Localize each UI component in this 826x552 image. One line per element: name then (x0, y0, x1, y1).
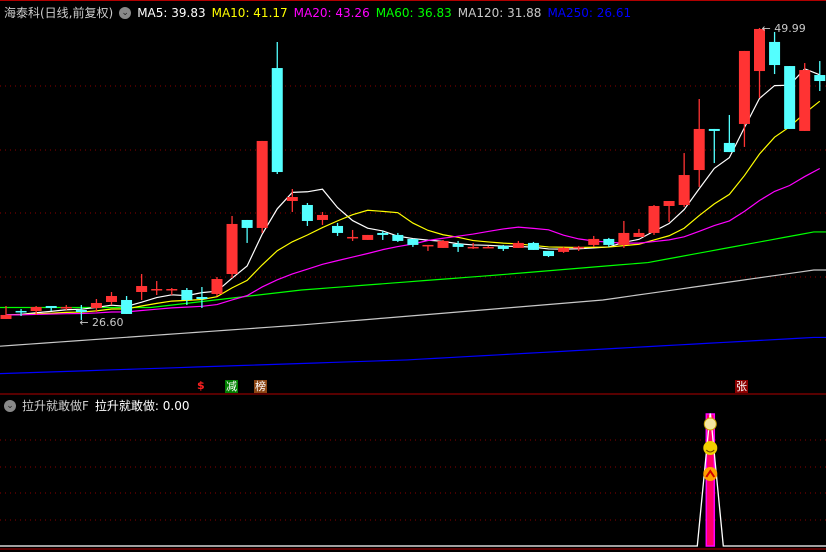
candle-body (693, 128, 705, 171)
main-header: 海泰科(日线,前复权) ⌄ MA5: 39.83 MA10: 41.17 MA2… (4, 4, 631, 21)
candle-body (75, 309, 87, 312)
candle-body (754, 28, 765, 72)
candle-body (347, 236, 359, 239)
ma120-label: MA120: 31.88 (457, 5, 542, 20)
candle-body (648, 205, 660, 233)
indicator-value: 拉升就敢做: 0.00 (94, 399, 190, 413)
up-arrow-circle-icon (703, 467, 718, 481)
candle-body (332, 225, 344, 233)
ma20-label: MA20: 43.26 (293, 5, 370, 20)
candle-body (60, 306, 72, 309)
candle-body (392, 234, 404, 241)
ma10-label: MA10: 41.17 (211, 5, 288, 20)
candles (0, 27, 826, 320)
chevron-down-icon[interactable]: ⌄ (4, 399, 16, 412)
candle-body (211, 279, 223, 294)
candle-body (618, 232, 630, 245)
candle-body (226, 223, 238, 275)
candle-body (512, 242, 524, 248)
candle-body (452, 243, 464, 247)
candle-body (497, 245, 509, 249)
candle-body (738, 50, 750, 124)
candle-body (362, 234, 374, 240)
candle-body (151, 289, 163, 291)
ma5-line (5, 68, 821, 316)
candle-body (196, 296, 208, 299)
candle-body (15, 310, 27, 313)
ma5-label: MA5: 39.83 (137, 5, 206, 20)
candle-body (30, 306, 42, 311)
candle-body (45, 305, 57, 308)
candle-body (316, 214, 328, 220)
candle-body (588, 238, 600, 245)
chevron-down-icon[interactable]: ⌄ (119, 6, 132, 19)
candle-body (784, 66, 796, 129)
candle-body (543, 250, 555, 257)
candle-body (527, 242, 539, 250)
indicator-line (0, 413, 826, 547)
jian-marker: 减 (225, 380, 238, 393)
candle-body (256, 140, 268, 228)
high-price-label: ← 49.99 (762, 22, 806, 35)
ma60-label: MA60: 36.83 (375, 5, 452, 20)
candle-body (633, 232, 645, 237)
smiley-icon (703, 441, 718, 455)
money-bag-icon (703, 417, 717, 431)
candle-body (0, 314, 12, 319)
candle-body (286, 196, 298, 201)
candle-body (814, 75, 826, 82)
stock-chart[interactable]: ← 49.99 ← 26.60 (0, 0, 826, 552)
dollar-marker: $ (197, 379, 205, 392)
candle-body (723, 142, 735, 153)
candle-body (121, 299, 133, 314)
candle-body (678, 175, 690, 205)
candle-body (482, 246, 494, 249)
candle-body (181, 290, 193, 300)
indicator-panel (0, 413, 826, 547)
candle-body (241, 219, 253, 228)
candle-body (166, 289, 178, 291)
candle-body (271, 68, 283, 173)
candle-body (377, 232, 389, 235)
candle-body (301, 204, 313, 221)
candle-body (407, 238, 419, 245)
low-price-label: ← 26.60 (79, 316, 123, 329)
candle-body (799, 70, 811, 131)
candle-body (105, 295, 117, 302)
stock-title: 海泰科(日线,前复权) (4, 6, 114, 20)
candle-body (136, 286, 148, 293)
ma250-label: MA250: 26.61 (547, 5, 632, 20)
indicator-header: ⌄ 拉升就敢做F 拉升就敢做: 0.00 (4, 397, 189, 414)
candle-body (769, 41, 781, 66)
candle-body (663, 200, 675, 206)
candle-body (90, 302, 102, 308)
candle-body (467, 246, 479, 249)
candle-body (603, 238, 615, 245)
bang-marker: 榜 (254, 380, 267, 393)
candle-body (708, 128, 720, 131)
candle-body (422, 244, 434, 247)
zhang-marker: 张 (735, 380, 748, 393)
indicator-name: 拉升就敢做F (22, 399, 89, 413)
candle-body (437, 240, 449, 248)
candle-body (558, 247, 570, 252)
short-ma-lines (5, 68, 821, 316)
candle-body (573, 246, 585, 249)
ma250-line (0, 336, 826, 375)
